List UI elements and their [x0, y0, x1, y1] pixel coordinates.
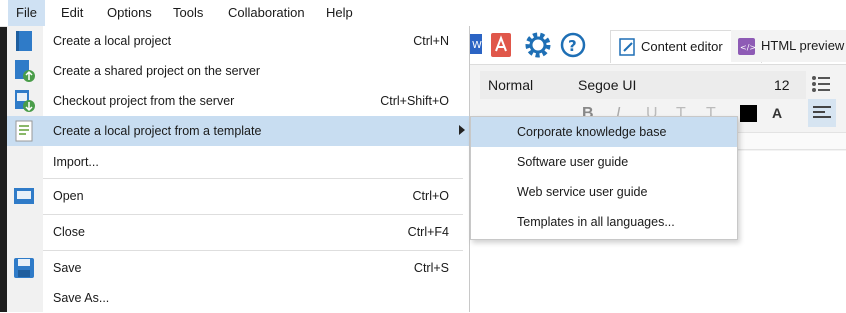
menu-item-shortcut: Ctrl+Shift+O — [380, 94, 449, 108]
submenu-item-corporate-kb[interactable]: Corporate knowledge base — [471, 117, 737, 147]
svg-text:W: W — [472, 40, 482, 51]
html-code-icon: </> — [738, 38, 756, 55]
folder-open-icon — [14, 188, 34, 204]
menu-item-shortcut: Ctrl+S — [413, 261, 449, 275]
submenu-item-software-guide[interactable]: Software user guide — [471, 147, 737, 177]
submenu-item-all-languages[interactable]: Templates in all languages... — [471, 207, 737, 237]
file-menu: Create a local project Ctrl+N Create a s… — [7, 26, 470, 312]
menu-item-save[interactable]: Save Ctrl+S — [7, 253, 469, 283]
template-submenu: Corporate knowledge base Software user g… — [470, 116, 738, 240]
menu-item-label: Close — [53, 225, 85, 239]
menu-item-create-local-project[interactable]: Create a local project Ctrl+N — [7, 26, 469, 56]
menu-collaboration[interactable]: Collaboration — [220, 0, 313, 26]
menu-item-label: Import... — [53, 155, 99, 169]
tab-html-preview-label: HTML preview — [761, 38, 845, 53]
settings-gear-icon[interactable] — [524, 31, 552, 59]
menu-file[interactable]: File — [8, 0, 45, 26]
font-size-select[interactable]: 12 — [766, 71, 806, 99]
help-icon[interactable]: ? — [559, 31, 587, 59]
menu-item-checkout-project[interactable]: Checkout project from the server Ctrl+Sh… — [7, 86, 469, 116]
submenu-item-label: Web service user guide — [517, 185, 648, 199]
new-project-icon — [16, 31, 32, 51]
menu-separator — [43, 178, 463, 179]
submenu-item-label: Software user guide — [517, 155, 629, 169]
menu-item-label: Create a shared project on the server — [53, 64, 261, 78]
submenu-item-label: Templates in all languages... — [517, 215, 675, 229]
svg-text:</>: </> — [740, 43, 756, 52]
menu-item-label: Checkout project from the server — [53, 94, 235, 108]
tab-content-editor-label: Content editor — [641, 39, 723, 54]
menu-item-import[interactable]: Import... — [7, 147, 469, 177]
align-left-icon[interactable] — [808, 99, 836, 127]
checkout-project-icon — [15, 90, 35, 112]
font-color-icon[interactable] — [740, 105, 757, 122]
menu-item-label: Create a local project — [53, 34, 172, 48]
toolbar: W ? — [470, 28, 610, 62]
bullet-list-icon[interactable] — [810, 73, 832, 95]
menu-item-shortcut: Ctrl+F4 — [407, 225, 449, 239]
menu-separator — [43, 250, 463, 251]
menu-item-label: Open — [53, 189, 84, 203]
menu-options[interactable]: Options — [99, 0, 160, 26]
menu-separator — [43, 214, 463, 215]
highlight-icon[interactable]: A — [772, 105, 782, 121]
pdf-export-icon[interactable] — [488, 32, 514, 58]
menu-item-open[interactable]: Open Ctrl+O — [7, 181, 469, 211]
menu-edit[interactable]: Edit — [53, 0, 91, 26]
menu-item-close[interactable]: Close Ctrl+F4 — [7, 217, 469, 247]
svg-text:?: ? — [568, 37, 577, 55]
style-select[interactable]: Normal — [480, 71, 574, 99]
window-edge — [0, 0, 7, 312]
submenu-item-label: Corporate knowledge base — [517, 125, 667, 139]
font-select[interactable]: Segoe UI — [570, 71, 766, 99]
menu-bar: File Edit Options Tools Collaboration He… — [0, 0, 846, 27]
menu-tools[interactable]: Tools — [165, 0, 211, 26]
edit-document-icon — [619, 38, 635, 56]
word-export-icon[interactable]: W — [470, 32, 484, 56]
menu-item-shortcut: Ctrl+N — [413, 34, 449, 48]
menu-item-label: Save As... — [53, 291, 110, 305]
menu-item-create-shared-project[interactable]: Create a shared project on the server — [7, 56, 469, 86]
save-icon — [14, 258, 34, 278]
upload-project-icon — [15, 60, 35, 82]
submenu-item-web-service-guide[interactable]: Web service user guide — [471, 177, 737, 207]
menu-item-create-from-template[interactable]: Create a local project from a template — [7, 116, 469, 146]
submenu-arrow-icon — [459, 125, 465, 135]
template-icon — [15, 120, 33, 142]
menu-help[interactable]: Help — [318, 0, 361, 26]
menu-item-shortcut: Ctrl+O — [412, 189, 449, 203]
tab-html-preview[interactable]: </> HTML preview — [731, 30, 846, 62]
menu-item-save-as[interactable]: Save As... — [7, 283, 469, 313]
menu-item-label: Create a local project from a template — [53, 124, 262, 138]
menu-item-label: Save — [53, 261, 82, 275]
